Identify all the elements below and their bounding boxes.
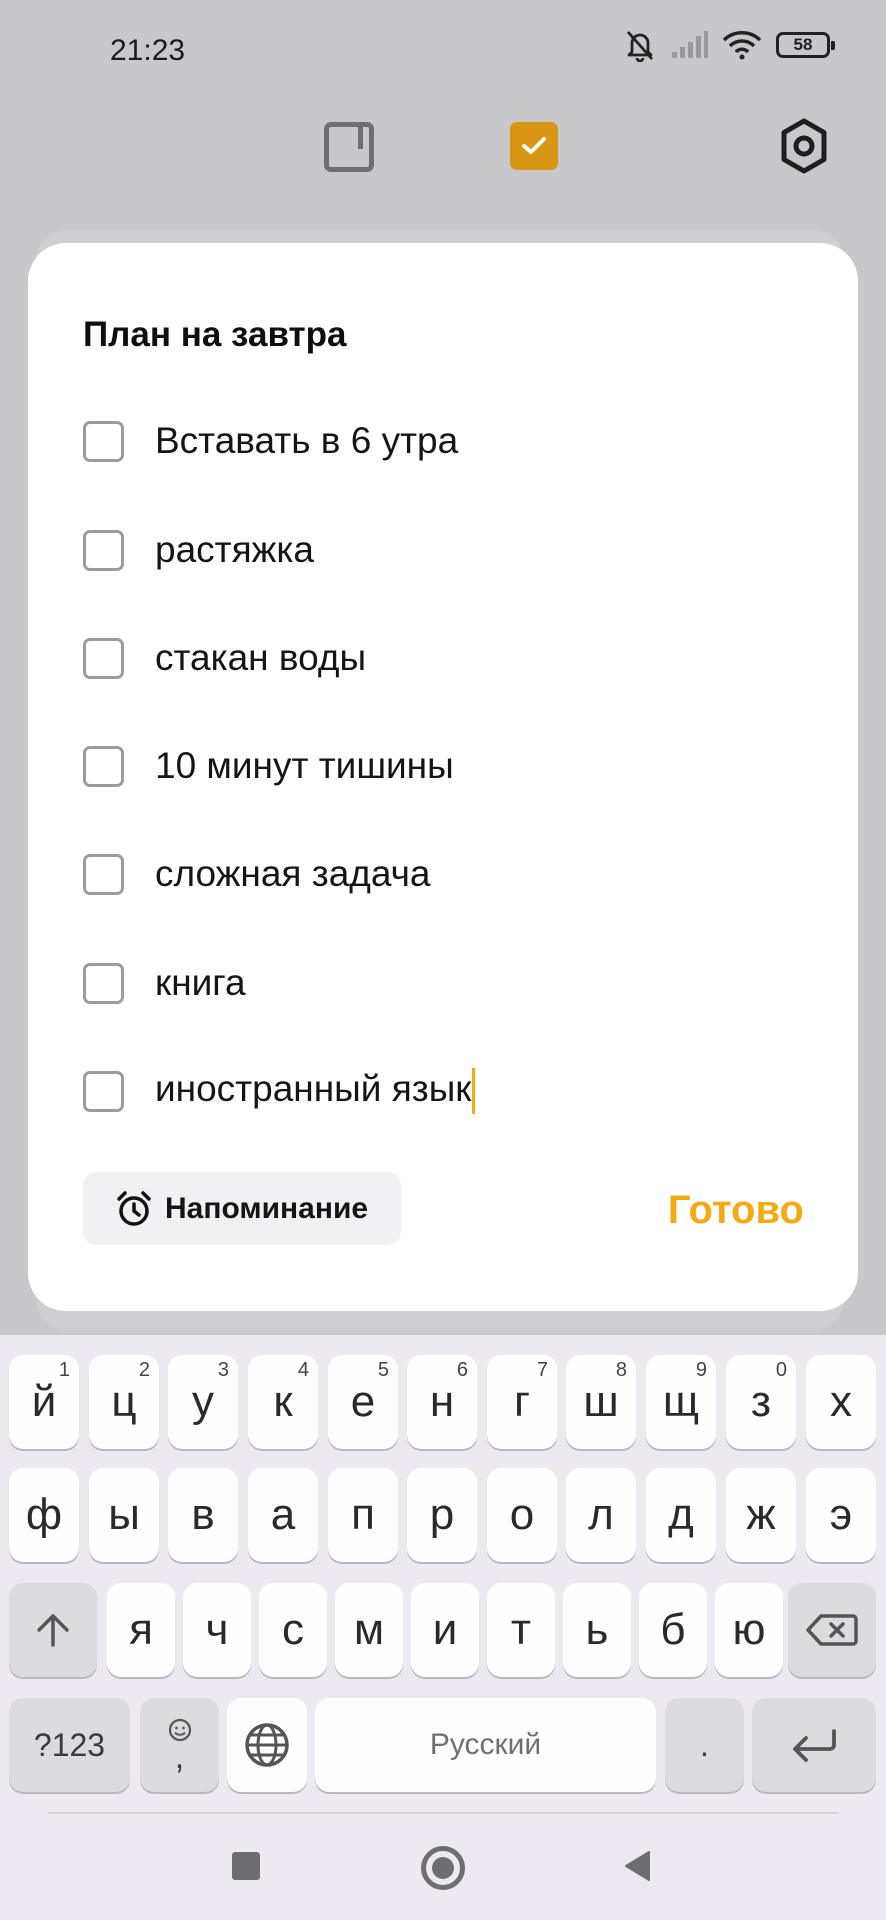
key[interactable]: х (806, 1355, 876, 1449)
key[interactable]: т (487, 1583, 555, 1677)
emoji-comma-key[interactable]: , (140, 1698, 219, 1792)
back-triangle-icon[interactable] (623, 1850, 651, 1887)
key[interactable]: щ9 (646, 1355, 716, 1449)
checkbox[interactable] (83, 853, 124, 895)
globe-icon (245, 1723, 289, 1767)
space-key[interactable]: Русский (315, 1698, 656, 1792)
checkbox[interactable] (83, 420, 124, 462)
checklist-item: книга (83, 953, 246, 1013)
checkbox[interactable] (83, 637, 124, 679)
key[interactable]: в (168, 1468, 238, 1562)
key[interactable]: я (107, 1583, 175, 1677)
shift-arrow-icon (37, 1614, 69, 1647)
home-circle-icon[interactable] (421, 1846, 465, 1890)
key[interactable]: ч (183, 1583, 251, 1677)
checklist-item: иностранный язык (83, 1061, 476, 1121)
text-cursor (472, 1068, 476, 1115)
done-button[interactable]: Готово (668, 1188, 804, 1233)
key[interactable]: ю (715, 1583, 783, 1677)
key[interactable]: р (407, 1468, 477, 1562)
reminder-label: Напоминание (165, 1191, 369, 1225)
checklist-dialog: План на завтра Вставать в 6 утра растяжк… (28, 243, 858, 1311)
note-icon[interactable] (324, 122, 374, 172)
battery-indicator: 58 (776, 32, 835, 58)
settings-gear-icon[interactable] (778, 118, 830, 179)
checklist-item: 10 минут тишины (83, 736, 454, 796)
key[interactable]: к4 (248, 1355, 318, 1449)
keyboard: й1 ц2 у3 к4 е5 н6 г7 ш8 щ9 з0 х ф ы в а … (0, 1335, 886, 1805)
status-icons: 58 (624, 28, 835, 62)
checklist-item-text-editing[interactable]: иностранный язык (155, 1068, 476, 1115)
key[interactable]: ц2 (89, 1355, 159, 1449)
key[interactable]: н6 (407, 1355, 477, 1449)
key[interactable]: б (639, 1583, 707, 1677)
key[interactable]: е5 (328, 1355, 398, 1449)
checklist-item-text[interactable]: Вставать в 6 утра (155, 420, 458, 462)
status-time: 21:23 (110, 34, 186, 67)
checklist-item-text[interactable]: иностранный язык (155, 1068, 471, 1109)
key[interactable]: и (411, 1583, 479, 1677)
key[interactable]: п (328, 1468, 398, 1562)
enter-key[interactable] (752, 1698, 876, 1792)
checklist-item-text[interactable]: книга (155, 962, 246, 1004)
checklist-item-text[interactable]: 10 минут тишины (155, 745, 454, 787)
key[interactable]: м (335, 1583, 403, 1677)
key[interactable]: з0 (726, 1355, 796, 1449)
enter-arrow-icon (793, 1729, 836, 1762)
divider (48, 1812, 838, 1814)
signal-icon (672, 31, 708, 58)
backspace-icon (806, 1614, 858, 1646)
checklist-item: сложная задача (83, 844, 431, 904)
key[interactable]: й1 (9, 1355, 79, 1449)
symbols-key[interactable]: ?123 (9, 1698, 130, 1792)
checklist-icon[interactable] (510, 122, 558, 170)
wifi-icon (722, 31, 762, 60)
key[interactable]: ш8 (566, 1355, 636, 1449)
key[interactable]: у3 (168, 1355, 238, 1449)
key[interactable]: о (487, 1468, 557, 1562)
checkbox[interactable] (83, 529, 124, 571)
recents-square-icon[interactable] (232, 1852, 260, 1880)
key[interactable]: э (806, 1468, 876, 1562)
key[interactable]: а (248, 1468, 318, 1562)
checklist-item-text[interactable]: стакан воды (155, 637, 366, 679)
status-bar: 21:23 58 (0, 0, 886, 100)
checkbox[interactable] (83, 1070, 124, 1112)
bell-muted-icon (626, 31, 654, 62)
key[interactable]: с (259, 1583, 327, 1677)
key[interactable]: ь (563, 1583, 631, 1677)
alarm-clock-icon (117, 1190, 151, 1226)
checklist-item-text[interactable]: сложная задача (155, 853, 431, 895)
checkbox[interactable] (83, 962, 124, 1004)
period-key[interactable]: . (665, 1698, 744, 1792)
app-toolbar (0, 110, 886, 190)
reminder-button[interactable]: Напоминание (83, 1172, 401, 1245)
shift-key[interactable] (9, 1583, 97, 1677)
key[interactable]: г7 (487, 1355, 557, 1449)
checklist-item: растяжка (83, 520, 314, 580)
key[interactable]: ы (89, 1468, 159, 1562)
key[interactable]: л (566, 1468, 636, 1562)
key[interactable]: д (646, 1468, 716, 1562)
language-key[interactable] (227, 1698, 307, 1792)
checkbox[interactable] (83, 745, 124, 787)
key[interactable]: ж (726, 1468, 796, 1562)
dialog-title[interactable]: План на завтра (83, 315, 347, 355)
checklist-item: Вставать в 6 утра (83, 411, 458, 471)
checklist-item: стакан воды (83, 628, 366, 688)
checklist-item-text[interactable]: растяжка (155, 529, 314, 571)
key[interactable]: ф (9, 1468, 79, 1562)
backspace-key[interactable] (788, 1583, 876, 1677)
